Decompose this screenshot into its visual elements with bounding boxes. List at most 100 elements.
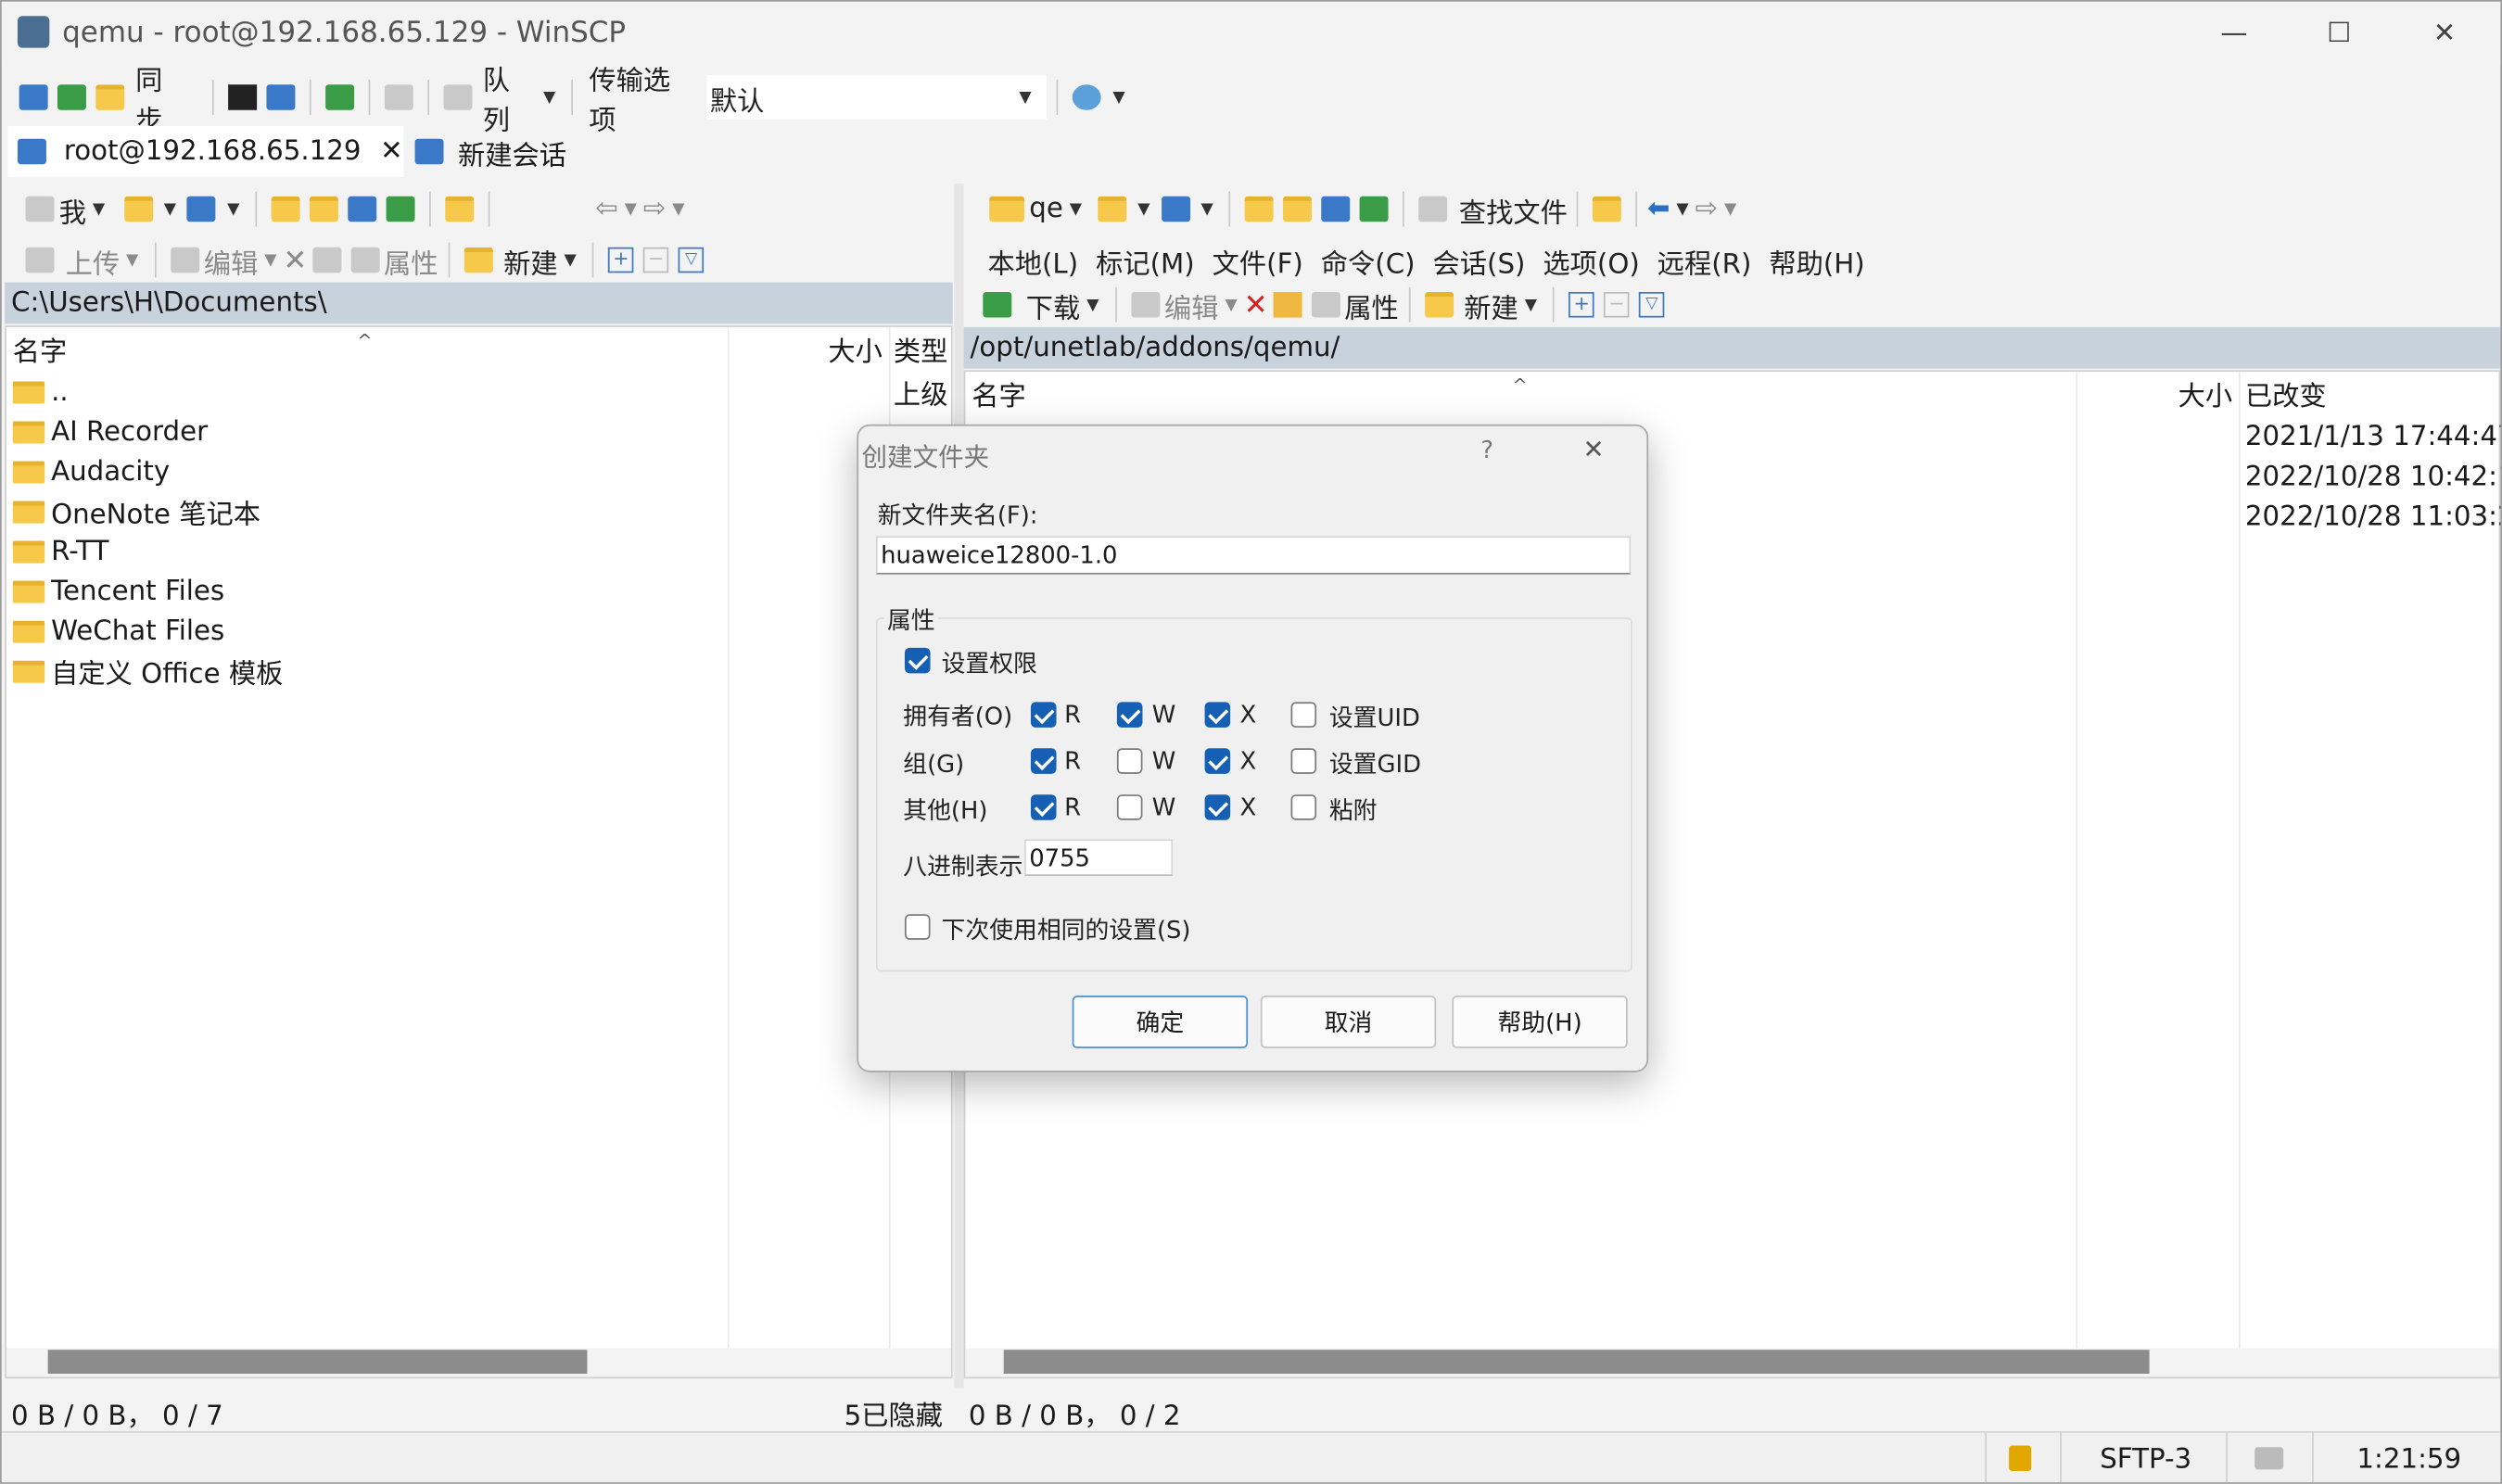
back-arrow-icon[interactable]: ⇦ (595, 193, 618, 224)
globe-icon[interactable] (1073, 84, 1102, 110)
delete-icon[interactable]: ✕ (1244, 288, 1268, 322)
refresh-icon[interactable] (1360, 196, 1390, 222)
set-permissions-checkbox[interactable] (904, 647, 931, 674)
chevron-down-icon[interactable]: ▼ (543, 89, 555, 107)
chevron-down-icon[interactable]: ▼ (1525, 296, 1537, 313)
left-col-name[interactable]: 名字 (13, 327, 68, 370)
left-col-size[interactable]: 大小 (828, 327, 883, 370)
right-hscrollbar[interactable] (965, 1348, 2499, 1377)
others-x-checkbox[interactable] (1204, 794, 1231, 820)
root-dir-icon[interactable] (310, 196, 339, 222)
list-item[interactable]: R-TT (12, 531, 108, 571)
edit-button[interactable]: 编辑 (1164, 285, 1219, 324)
sync-browse-icon[interactable] (57, 84, 86, 110)
sticky-checkbox[interactable] (1290, 794, 1317, 820)
right-col-name[interactable]: 名字 (972, 372, 1026, 414)
left-path-bar[interactable]: C:\Users\H\Documents\ (5, 282, 953, 324)
console-icon[interactable] (324, 84, 354, 110)
menu-session[interactable]: 会话(S) (1433, 240, 1526, 280)
list-item[interactable]: AI Recorder (12, 412, 208, 451)
set-gid-checkbox[interactable] (1290, 748, 1317, 774)
invert-selection-icon[interactable]: ▽ (1639, 291, 1665, 318)
filter-icon[interactable] (187, 196, 217, 222)
find-files-button[interactable]: 查找文件 (1459, 189, 1568, 229)
gear-icon[interactable] (384, 84, 413, 110)
others-w-checkbox[interactable] (1116, 794, 1143, 820)
list-item[interactable]: .. 上级 (12, 372, 947, 412)
chevron-down-icon[interactable]: ▼ (93, 200, 105, 218)
ok-button[interactable]: 确定 (1072, 996, 1249, 1048)
select-all-icon[interactable]: + (1569, 291, 1594, 318)
upload-button[interactable]: 上传 (66, 240, 121, 280)
set-uid-checkbox[interactable] (1290, 702, 1317, 728)
chevron-down-icon[interactable]: ▼ (625, 200, 637, 218)
octal-input[interactable]: 0755 (1024, 839, 1174, 876)
chevron-down-icon[interactable]: ▼ (1112, 89, 1124, 107)
chevron-down-icon[interactable]: ▼ (1201, 200, 1213, 218)
tree-icon[interactable] (1593, 196, 1622, 222)
maximize-button[interactable]: ☐ (2287, 2, 2393, 66)
tab-close-icon[interactable]: ✕ (380, 135, 403, 167)
group-w-checkbox[interactable] (1116, 748, 1143, 774)
putty-icon[interactable] (265, 84, 295, 110)
list-item[interactable]: 2022/10/28 10:42:1 (2245, 456, 2500, 496)
left-hidden-count[interactable]: 5已隐藏 (845, 1393, 943, 1432)
chevron-down-icon[interactable]: ▼ (1086, 296, 1099, 313)
root-dir-icon[interactable] (1283, 196, 1313, 222)
cancel-button[interactable]: 取消 (1260, 996, 1437, 1048)
menu-local[interactable]: 本地(L) (987, 240, 1078, 280)
chevron-down-icon[interactable]: ▼ (1676, 200, 1688, 218)
delete-icon[interactable]: ✕ (283, 243, 307, 276)
chevron-down-icon[interactable]: ▼ (1070, 200, 1082, 218)
list-item[interactable]: Audacity (12, 451, 170, 491)
list-item[interactable]: OneNote 笔记本 (12, 491, 260, 531)
invert-selection-icon[interactable]: ▽ (678, 247, 705, 273)
right-col-changed[interactable]: 已改变 (2245, 372, 2327, 414)
compare-dirs-icon[interactable] (19, 84, 48, 110)
others-r-checkbox[interactable] (1030, 794, 1057, 820)
right-dir-select[interactable]: qe (1029, 193, 1063, 224)
network-icon[interactable] (2254, 1447, 2284, 1470)
menu-files[interactable]: 文件(F) (1213, 240, 1303, 280)
forward-arrow-icon[interactable]: ⇨ (643, 193, 667, 224)
folder-name-input[interactable]: huaweice12800-1.0 (875, 536, 1632, 575)
list-item[interactable]: 自定义 Office 模板 (12, 651, 284, 691)
owner-w-checkbox[interactable] (1116, 702, 1143, 728)
rename-icon[interactable] (1272, 291, 1302, 318)
transfer-preset-select[interactable]: 默认 ▼ (706, 74, 1048, 120)
chevron-down-icon[interactable]: ▼ (227, 200, 239, 218)
dialog-close-icon[interactable]: ✕ (1583, 434, 1605, 464)
help-button[interactable]: 帮助(H) (1452, 996, 1628, 1048)
owner-x-checkbox[interactable] (1204, 702, 1231, 728)
properties-button[interactable]: 属性 (1344, 285, 1399, 324)
right-path-bar[interactable]: /opt/unetlab/addons/qemu/ (963, 326, 2501, 369)
terminal-icon[interactable] (227, 84, 257, 110)
lock-icon[interactable] (2009, 1445, 2032, 1472)
scrollbar-thumb[interactable] (1003, 1350, 2150, 1375)
left-file-list[interactable]: 名字 ^ 大小 类型 .. 上级 AI Recorder Audacity On… (5, 325, 953, 1379)
chevron-down-icon[interactable]: ▼ (164, 200, 176, 218)
download-button[interactable]: 下载 (1026, 285, 1081, 324)
sync-folder-icon[interactable] (95, 84, 125, 110)
group-x-checkbox[interactable] (1204, 748, 1231, 774)
left-drive-select[interactable]: 我 (59, 189, 86, 229)
tree-icon[interactable] (445, 196, 475, 222)
menu-remote[interactable]: 远程(R) (1657, 240, 1752, 280)
new-button[interactable]: 新建 (1464, 285, 1518, 324)
tab-session-root[interactable]: root@192.168.65.129 ✕ (7, 125, 404, 178)
list-item[interactable]: 2021/1/13 17:44:47 (2245, 416, 2500, 456)
chevron-down-icon[interactable]: ▼ (1724, 200, 1736, 218)
parent-dir-icon[interactable] (1245, 196, 1275, 222)
reuse-settings-checkbox[interactable] (904, 914, 931, 940)
left-hscrollbar[interactable] (6, 1348, 951, 1377)
chevron-down-icon[interactable]: ▼ (672, 200, 684, 218)
left-col-type[interactable]: 类型 (894, 327, 948, 370)
menu-mark[interactable]: 标记(M) (1096, 240, 1195, 280)
close-button[interactable]: ✕ (2392, 2, 2497, 66)
menu-help[interactable]: 帮助(H) (1769, 240, 1864, 280)
refresh-icon[interactable] (386, 196, 415, 222)
rename-icon[interactable] (311, 247, 341, 273)
chevron-down-icon[interactable]: ▼ (126, 251, 138, 269)
unselect-all-icon[interactable]: − (1604, 291, 1630, 318)
chevron-down-icon[interactable]: ▼ (1137, 200, 1149, 218)
